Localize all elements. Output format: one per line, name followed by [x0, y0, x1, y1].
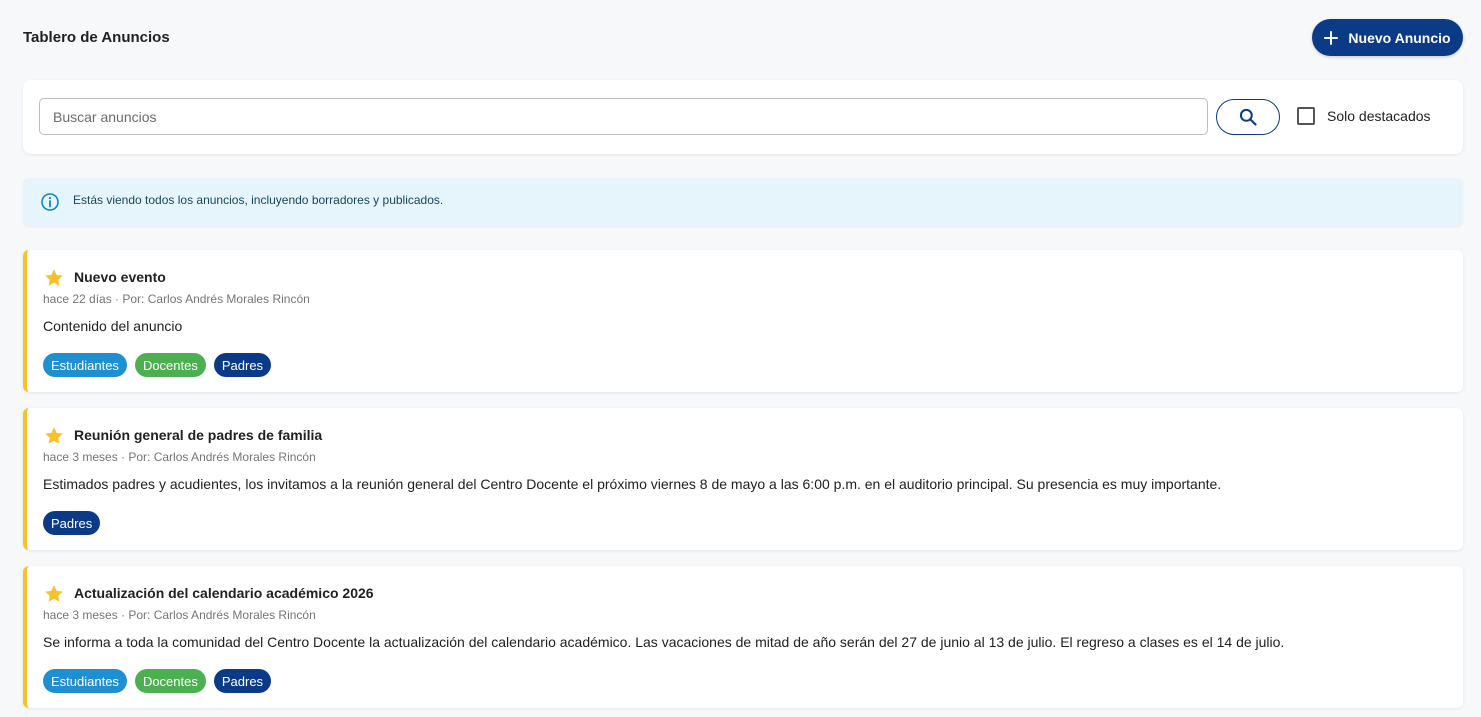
- page-header: Tablero de Anuncios Nuevo Anuncio: [23, 19, 1463, 56]
- announcement-title: Nuevo evento: [74, 269, 166, 285]
- info-icon: [41, 193, 59, 211]
- info-alert: Estás viendo todos los anuncios, incluye…: [23, 178, 1463, 226]
- tag-docentes: Docentes: [134, 669, 206, 693]
- featured-star-icon: [45, 427, 63, 444]
- plus-icon: [1324, 30, 1339, 45]
- tag-docentes: Docentes: [134, 353, 206, 377]
- search-icon: [1239, 108, 1257, 126]
- announcement-body: Se informa a toda la comunidad del Centr…: [43, 634, 1285, 650]
- featured-star-icon: [45, 269, 63, 286]
- info-alert-text: Estás viendo todos los anuncios, incluye…: [73, 193, 444, 207]
- announcement-card[interactable]: Actualización del calendario académico 2…: [23, 566, 1463, 708]
- announcement-meta: hace 3 meses · Por: Carlos Andrés Morale…: [43, 450, 316, 464]
- search-input[interactable]: [39, 98, 1208, 135]
- tag-estudiantes: Estudiantes: [43, 353, 127, 377]
- page-title: Tablero de Anuncios: [23, 29, 170, 46]
- featured-only-checkbox[interactable]: [1297, 107, 1315, 125]
- tag-padres: Padres: [43, 511, 101, 535]
- new-announcement-label: Nuevo Anuncio: [1348, 29, 1451, 46]
- audience-tags: Estudiantes Docentes Padres: [43, 669, 272, 693]
- announcement-body: Contenido del anuncio: [43, 318, 183, 334]
- announcement-body: Estimados padres y acudientes, los invit…: [43, 476, 1222, 492]
- new-announcement-button[interactable]: Nuevo Anuncio: [1312, 19, 1463, 56]
- audience-tags: Padres: [43, 511, 101, 535]
- announcement-card[interactable]: Reunión general de padres de familia hac…: [23, 408, 1463, 550]
- announcement-meta: hace 22 días · Por: Carlos Andrés Morale…: [43, 292, 310, 306]
- tag-padres: Padres: [213, 669, 272, 693]
- featured-only-label: Solo destacados: [1327, 108, 1431, 124]
- tag-padres: Padres: [213, 353, 272, 377]
- announcement-title: Actualización del calendario académico 2…: [74, 585, 374, 601]
- featured-only-toggle[interactable]: Solo destacados: [1297, 107, 1431, 125]
- tag-estudiantes: Estudiantes: [43, 669, 127, 693]
- featured-star-icon: [45, 585, 63, 602]
- audience-tags: Estudiantes Docentes Padres: [43, 353, 272, 377]
- announcement-card[interactable]: Nuevo evento hace 22 días · Por: Carlos …: [23, 250, 1463, 392]
- announcement-title: Reunión general de padres de familia: [74, 427, 323, 443]
- announcement-meta: hace 3 meses · Por: Carlos Andrés Morale…: [43, 608, 316, 622]
- search-button[interactable]: [1216, 99, 1280, 135]
- search-card: Solo destacados: [23, 80, 1463, 154]
